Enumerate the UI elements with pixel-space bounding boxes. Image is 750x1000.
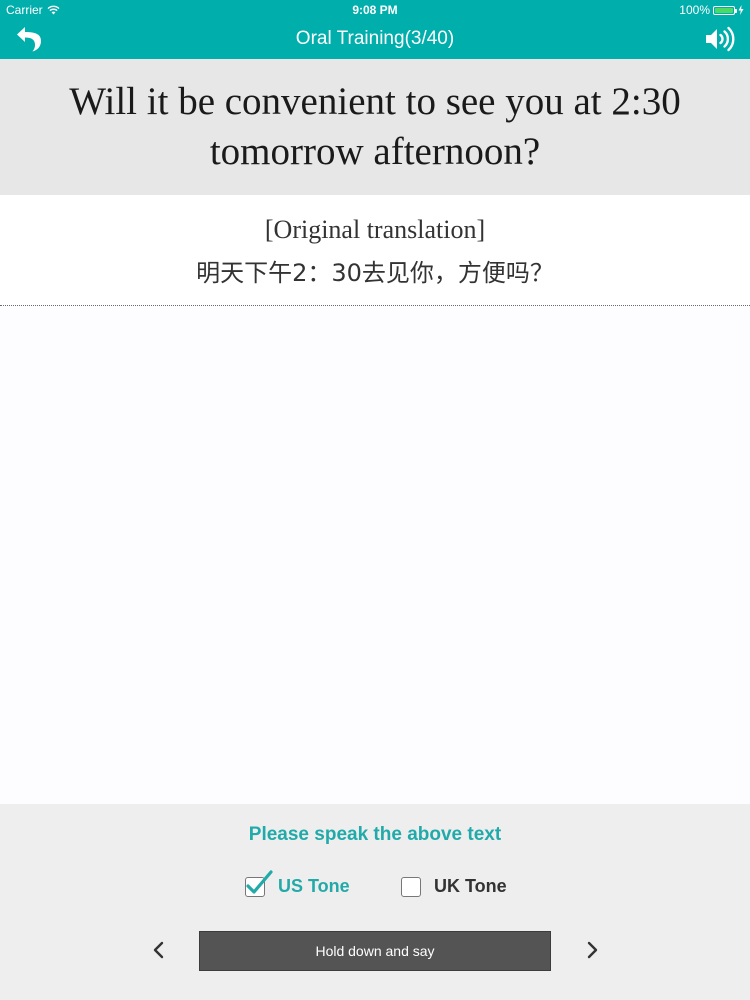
chevron-left-icon xyxy=(153,941,164,959)
speaker-icon xyxy=(706,26,735,52)
oral-training-screen: Carrier 9:08 PM 100% Oral Training(3/40)… xyxy=(0,0,750,1000)
clock: 9:08 PM xyxy=(352,3,398,17)
uk-tone-checkbox[interactable] xyxy=(401,876,421,897)
status-bar: Carrier 9:08 PM 100% xyxy=(0,0,750,20)
translation-section: [Original translation] 明天下午2：30去见你，方便吗？ xyxy=(0,195,750,305)
previous-button[interactable] xyxy=(145,936,173,964)
battery-icon xyxy=(713,5,737,15)
chevron-right-icon xyxy=(587,941,598,959)
next-button[interactable] xyxy=(578,936,606,964)
recording-result-area xyxy=(0,306,750,804)
practice-sentence: Will it be convenient to see you at 2:30… xyxy=(69,80,681,173)
battery-percent: 100% xyxy=(679,3,710,17)
translation-text: 明天下午2：30去见你，方便吗？ xyxy=(196,259,554,287)
sentence-panel: Will it be convenient to see you at 2:30… xyxy=(0,59,750,195)
us-tone-checkbox[interactable] xyxy=(245,869,273,897)
uk-tone-option[interactable]: UK Tone xyxy=(401,876,507,897)
play-audio-button[interactable] xyxy=(704,24,736,54)
top-bar: Carrier 9:08 PM 100% Oral Training(3/40) xyxy=(0,0,750,59)
battery-indicator: 100% xyxy=(679,3,744,17)
charging-icon xyxy=(738,5,744,15)
checkmark-icon xyxy=(246,869,273,894)
uk-tone-label: UK Tone xyxy=(434,876,507,896)
us-tone-label: US Tone xyxy=(278,876,350,896)
speech-controls-panel: Please speak the above text US Tone UK T… xyxy=(0,804,750,1000)
speak-prompt: Please speak the above text xyxy=(248,824,502,845)
us-tone-option[interactable]: US Tone xyxy=(245,869,350,897)
page-title: Oral Training(3/40) xyxy=(295,28,455,49)
translation-label: [Original translation] xyxy=(264,215,486,244)
hold-to-speak-button[interactable]: Hold down and say xyxy=(199,931,551,971)
